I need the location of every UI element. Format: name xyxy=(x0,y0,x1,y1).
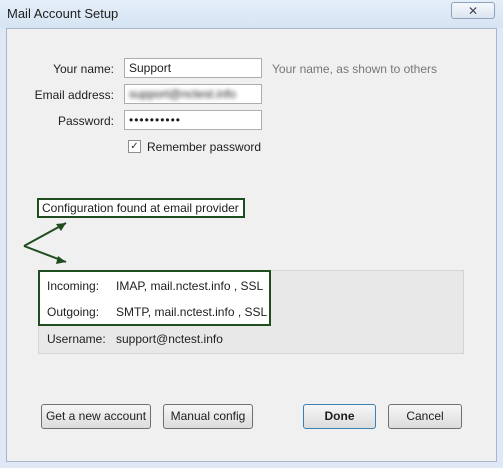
outgoing-label: Outgoing: xyxy=(47,305,100,319)
cancel-button[interactable]: Cancel xyxy=(388,404,462,429)
done-button[interactable]: Done xyxy=(303,404,376,429)
incoming-label: Incoming: xyxy=(47,279,100,293)
annotation-arrows xyxy=(23,222,67,264)
incoming-value: IMAP, mail.nctest.info , SSL xyxy=(116,279,264,293)
arrow-down-head xyxy=(56,256,66,264)
outgoing-value: SMTP, mail.nctest.info , SSL xyxy=(116,305,268,319)
username-value: support@nctest.info xyxy=(116,332,223,346)
manual-config-button[interactable]: Manual config xyxy=(163,404,253,429)
get-new-account-button[interactable]: Get a new account xyxy=(41,404,151,429)
server-settings-highlight: Incoming: IMAP, mail.nctest.info , SSL O… xyxy=(38,270,271,326)
username-label: Username: xyxy=(47,332,106,346)
